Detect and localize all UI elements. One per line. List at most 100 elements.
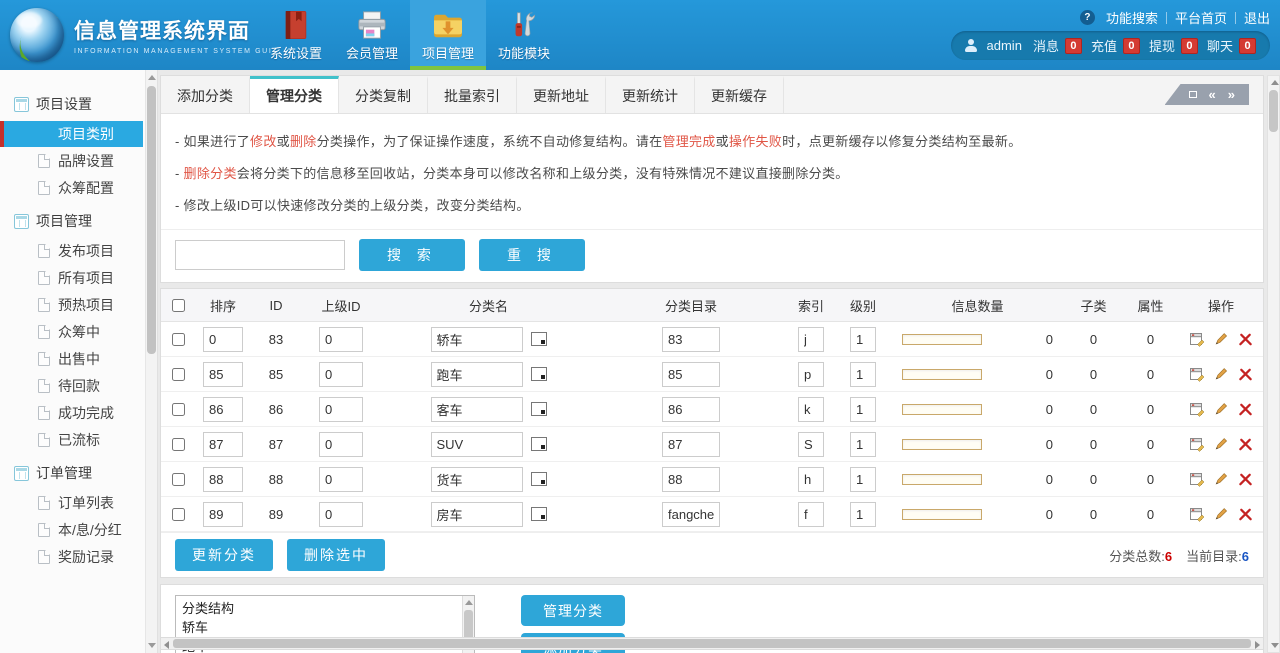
- link-platform-home[interactable]: 平台首页: [1175, 8, 1227, 27]
- icon-picker-button[interactable]: [531, 507, 547, 521]
- index-input[interactable]: [798, 467, 824, 492]
- row-checkbox[interactable]: [172, 368, 185, 381]
- sidebar-item[interactable]: 本/息/分红: [0, 517, 145, 543]
- row-checkbox[interactable]: [172, 438, 185, 451]
- level-input[interactable]: [850, 502, 876, 527]
- tab[interactable]: 添加分类: [161, 76, 250, 113]
- move-icon[interactable]: [1189, 331, 1206, 348]
- delete-icon[interactable]: [1237, 436, 1254, 453]
- row-checkbox[interactable]: [172, 473, 185, 486]
- tab[interactable]: 更新统计: [606, 76, 695, 113]
- move-icon[interactable]: [1189, 401, 1206, 418]
- nav-item-function-modules[interactable]: 功能模块: [486, 0, 562, 70]
- category-dir-input[interactable]: [662, 362, 720, 387]
- nav-item-system-settings[interactable]: 系统设置: [258, 0, 334, 70]
- index-input[interactable]: [798, 327, 824, 352]
- sort-input[interactable]: [203, 467, 243, 492]
- sidebar-scrollbar[interactable]: [145, 70, 157, 653]
- scroll-right-icon[interactable]: [1255, 641, 1260, 649]
- sidebar-item[interactable]: 待回款: [0, 373, 145, 399]
- tab[interactable]: 更新地址: [517, 76, 606, 113]
- vertical-scrollbar[interactable]: [1267, 75, 1280, 653]
- stat-withdraw[interactable]: 提现 0: [1149, 36, 1198, 55]
- parent-id-input[interactable]: [319, 467, 363, 492]
- sidebar-item[interactable]: 奖励记录: [0, 544, 145, 570]
- scroll-up-icon[interactable]: [148, 75, 156, 80]
- sidebar-item[interactable]: 众筹配置: [0, 175, 145, 201]
- icon-picker-button[interactable]: [531, 332, 547, 346]
- sidebar-item[interactable]: 项目类别: [0, 121, 143, 147]
- scroll-up-icon[interactable]: [1271, 80, 1279, 85]
- sidebar-item[interactable]: 已流标: [0, 427, 145, 453]
- parent-id-input[interactable]: [319, 432, 363, 457]
- edit-icon[interactable]: [1213, 436, 1230, 453]
- sidebar-group[interactable]: 订单管理: [0, 457, 145, 489]
- stat-recharge[interactable]: 充值 0: [1091, 36, 1140, 55]
- tab[interactable]: 批量索引: [428, 76, 517, 113]
- sidebar-item[interactable]: 所有项目: [0, 265, 145, 291]
- scroll-up-icon[interactable]: [465, 600, 473, 605]
- sidebar-item[interactable]: 出售中: [0, 346, 145, 372]
- scrollbar-thumb[interactable]: [1269, 90, 1278, 132]
- link-function-search[interactable]: 功能搜索: [1106, 8, 1158, 27]
- category-dir-input[interactable]: [662, 327, 720, 352]
- delete-icon[interactable]: [1237, 366, 1254, 383]
- tab[interactable]: 分类复制: [339, 76, 428, 113]
- delete-icon[interactable]: [1237, 401, 1254, 418]
- minimize-icon[interactable]: [1189, 91, 1197, 98]
- move-icon[interactable]: [1189, 436, 1206, 453]
- sort-input[interactable]: [203, 397, 243, 422]
- panel-collapse-widget[interactable]: « »: [1165, 84, 1249, 105]
- scroll-down-icon[interactable]: [1271, 643, 1279, 648]
- icon-picker-button[interactable]: [531, 472, 547, 486]
- category-name-input[interactable]: [431, 502, 523, 527]
- delete-icon[interactable]: [1237, 331, 1254, 348]
- category-dir-input[interactable]: [662, 432, 720, 457]
- category-name-input[interactable]: [431, 467, 523, 492]
- update-categories-button[interactable]: 更新分类: [175, 539, 273, 571]
- level-input[interactable]: [850, 327, 876, 352]
- parent-id-input[interactable]: [319, 362, 363, 387]
- index-input[interactable]: [798, 502, 824, 527]
- horizontal-scrollbar[interactable]: [160, 637, 1264, 650]
- edit-icon[interactable]: [1213, 401, 1230, 418]
- stat-chat[interactable]: 聊天 0: [1207, 36, 1256, 55]
- row-checkbox[interactable]: [172, 333, 185, 346]
- delete-icon[interactable]: [1237, 506, 1254, 523]
- level-input[interactable]: [850, 397, 876, 422]
- sidebar-group[interactable]: 项目管理: [0, 205, 145, 237]
- category-name-input[interactable]: [431, 397, 523, 422]
- sidebar-item[interactable]: 成功完成: [0, 400, 145, 426]
- sort-input[interactable]: [203, 327, 243, 352]
- category-dir-input[interactable]: [662, 397, 720, 422]
- parent-id-input[interactable]: [319, 397, 363, 422]
- index-input[interactable]: [798, 432, 824, 457]
- tab[interactable]: 管理分类: [250, 76, 339, 113]
- row-checkbox[interactable]: [172, 508, 185, 521]
- edit-icon[interactable]: [1213, 506, 1230, 523]
- icon-picker-button[interactable]: [531, 437, 547, 451]
- sidebar-group[interactable]: 项目设置: [0, 88, 145, 120]
- category-dir-input[interactable]: [662, 467, 720, 492]
- move-icon[interactable]: [1189, 506, 1206, 523]
- sidebar-item[interactable]: 发布项目: [0, 238, 145, 264]
- icon-picker-button[interactable]: [531, 367, 547, 381]
- tab[interactable]: 更新缓存: [695, 76, 784, 113]
- level-input[interactable]: [850, 432, 876, 457]
- stat-messages[interactable]: 消息 0: [1033, 36, 1082, 55]
- move-icon[interactable]: [1189, 471, 1206, 488]
- username[interactable]: admin: [987, 38, 1022, 53]
- index-input[interactable]: [798, 362, 824, 387]
- category-name-input[interactable]: [431, 432, 523, 457]
- scroll-down-icon[interactable]: [148, 643, 156, 648]
- select-all-checkbox[interactable]: [172, 299, 185, 312]
- row-checkbox[interactable]: [172, 403, 185, 416]
- listbox-item[interactable]: 轿车: [182, 618, 460, 637]
- edit-icon[interactable]: [1213, 331, 1230, 348]
- level-input[interactable]: [850, 467, 876, 492]
- edit-icon[interactable]: [1213, 471, 1230, 488]
- sort-input[interactable]: [203, 362, 243, 387]
- index-input[interactable]: [798, 397, 824, 422]
- category-name-input[interactable]: [431, 327, 523, 352]
- collapse-left-icon[interactable]: «: [1209, 88, 1216, 101]
